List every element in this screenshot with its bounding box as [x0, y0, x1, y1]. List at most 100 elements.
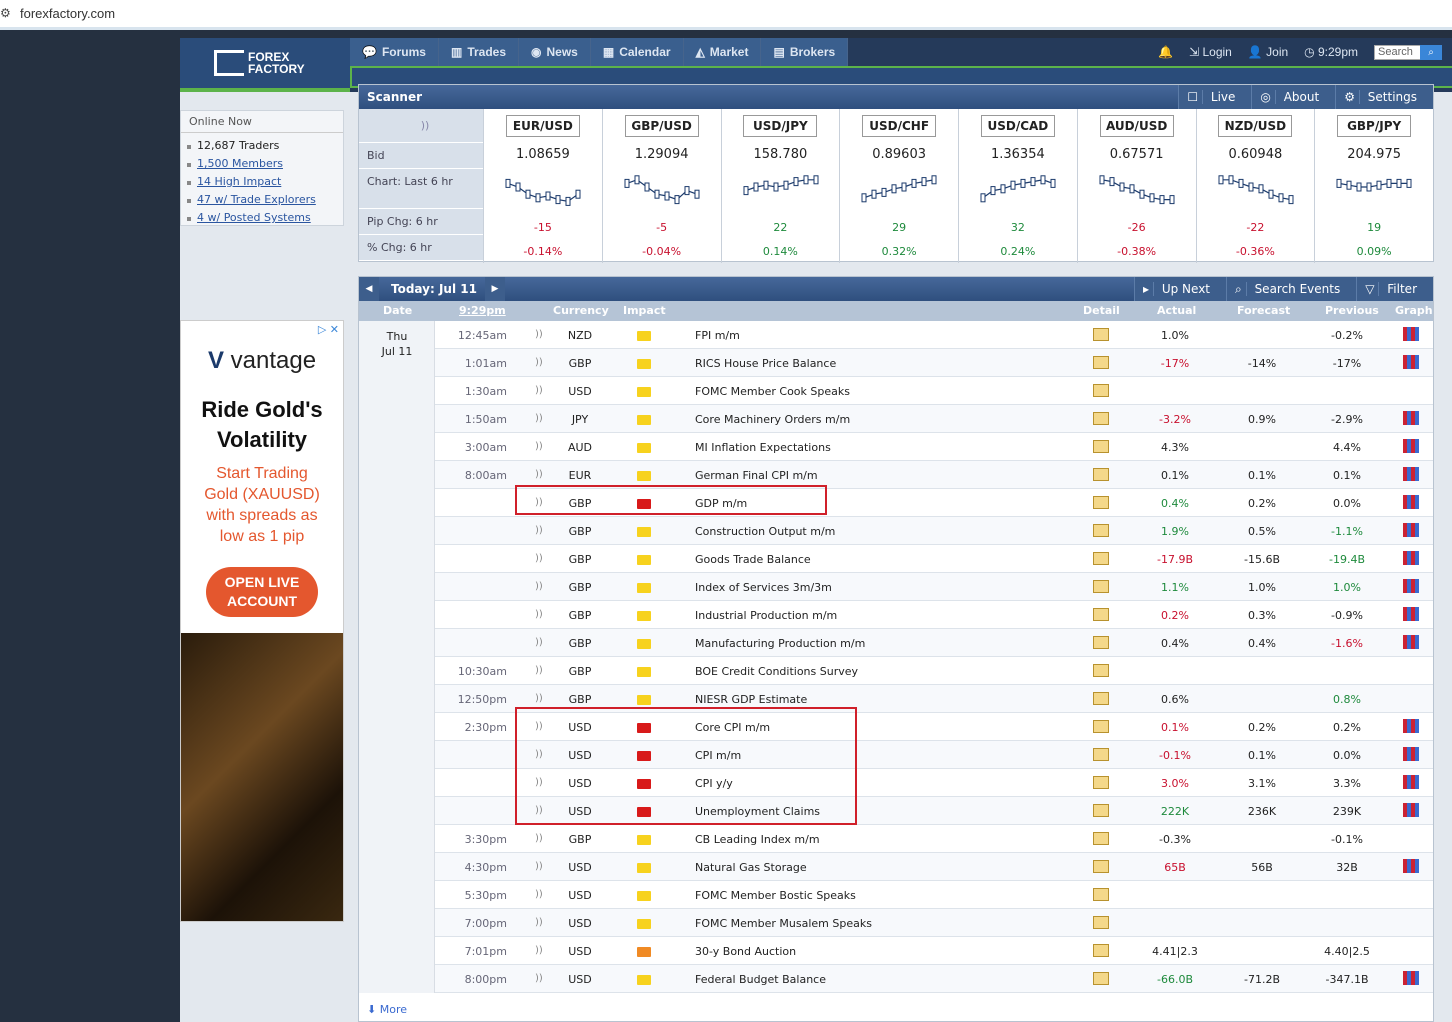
- graph-icon[interactable]: [1403, 411, 1419, 425]
- calendar-row[interactable]: 8:00pm)) USD Federal Budget Balance -66.0B -…: [435, 965, 1433, 993]
- pair-name[interactable]: NZD/USD: [1218, 115, 1293, 137]
- sound-icon[interactable]: )): [535, 833, 543, 844]
- impact-icon[interactable]: [637, 891, 651, 901]
- detail-folder-icon[interactable]: [1093, 888, 1109, 901]
- graph-icon[interactable]: [1403, 327, 1419, 341]
- detail-folder-icon[interactable]: [1093, 552, 1109, 565]
- detail-folder-icon[interactable]: [1093, 328, 1109, 341]
- pair-name[interactable]: GBP/USD: [624, 115, 699, 137]
- event-title[interactable]: RICS House Price Balance: [695, 357, 836, 370]
- sound-icon[interactable]: )): [535, 889, 543, 900]
- impact-icon[interactable]: [637, 975, 651, 985]
- detail-folder-icon[interactable]: [1093, 720, 1109, 733]
- detail-folder-icon[interactable]: [1093, 356, 1109, 369]
- calendar-row[interactable]: 7:01pm)) USD 30-y Bond Auction 4.41|2.3 4.40…: [435, 937, 1433, 965]
- event-title[interactable]: BOE Credit Conditions Survey: [695, 665, 858, 678]
- online-item[interactable]: 4 w/ Posted Systems: [187, 209, 337, 227]
- detail-folder-icon[interactable]: [1093, 412, 1109, 425]
- detail-folder-icon[interactable]: [1093, 972, 1109, 985]
- graph-icon[interactable]: [1403, 635, 1419, 649]
- impact-icon[interactable]: [637, 695, 651, 705]
- sound-icon[interactable]: )): [535, 329, 543, 340]
- detail-folder-icon[interactable]: [1093, 580, 1109, 593]
- sound-icon[interactable]: )): [535, 945, 543, 956]
- live-toggle[interactable]: ☐ Live: [1178, 85, 1252, 109]
- up-next-button[interactable]: ▸ Up Next: [1134, 277, 1227, 301]
- impact-icon[interactable]: [637, 611, 651, 621]
- impact-icon[interactable]: [637, 331, 651, 341]
- online-item[interactable]: 14 High Impact: [187, 173, 337, 191]
- event-title[interactable]: FOMC Member Cook Speaks: [695, 385, 850, 398]
- graph-icon[interactable]: [1403, 607, 1419, 621]
- event-title[interactable]: FOMC Member Bostic Speaks: [695, 889, 856, 902]
- scanner-pair[interactable]: USD/CHF 0.89603 29 0.32%: [839, 109, 958, 263]
- impact-icon[interactable]: [637, 359, 651, 369]
- sound-icon[interactable]: )): [535, 665, 543, 676]
- open-live-account-button[interactable]: OPEN LIVE ACCOUNT: [206, 567, 318, 617]
- detail-folder-icon[interactable]: [1093, 524, 1109, 537]
- impact-icon[interactable]: [637, 583, 651, 593]
- scanner-pair[interactable]: USD/CAD 1.36354 32 0.24%: [958, 109, 1077, 263]
- event-title[interactable]: German Final CPI m/m: [695, 469, 818, 482]
- graph-icon[interactable]: [1403, 495, 1419, 509]
- sound-icon[interactable]: )): [535, 637, 543, 648]
- impact-icon[interactable]: [637, 471, 651, 481]
- calendar-row[interactable]: )) GBP Industrial Production m/m 0.2% 0.3% -0…: [435, 601, 1433, 629]
- event-title[interactable]: Goods Trade Balance: [695, 553, 811, 566]
- detail-folder-icon[interactable]: [1093, 636, 1109, 649]
- detail-folder-icon[interactable]: [1093, 916, 1109, 929]
- nav-brokers[interactable]: ▤ Brokers: [761, 38, 849, 66]
- nav-calendar[interactable]: ▦ Calendar: [590, 38, 684, 66]
- sound-icon[interactable]: )): [535, 413, 543, 424]
- sound-icon[interactable]: )): [535, 609, 543, 620]
- graph-icon[interactable]: [1403, 747, 1419, 761]
- graph-icon[interactable]: [1403, 719, 1419, 733]
- impact-icon[interactable]: [637, 415, 651, 425]
- impact-icon[interactable]: [637, 947, 651, 957]
- filter-button[interactable]: ▽ Filter: [1356, 277, 1433, 301]
- graph-icon[interactable]: [1403, 859, 1419, 873]
- detail-folder-icon[interactable]: [1093, 692, 1109, 705]
- impact-icon[interactable]: [637, 555, 651, 565]
- event-title[interactable]: FOMC Member Musalem Speaks: [695, 917, 872, 930]
- sound-icon[interactable]: )): [535, 973, 543, 984]
- calendar-row[interactable]: 12:45am)) NZD FPI m/m 1.0% -0.2%: [435, 321, 1433, 349]
- pair-name[interactable]: GBP/JPY: [1337, 115, 1412, 137]
- prev-day-icon[interactable]: ◀: [359, 277, 379, 301]
- calendar-row[interactable]: )) GBP Construction Output m/m 1.9% 0.5% -1.1…: [435, 517, 1433, 545]
- calendar-row[interactable]: 3:00am)) AUD MI Inflation Expectations 4.3%…: [435, 433, 1433, 461]
- clock-display[interactable]: ◷ 9:29pm: [1304, 45, 1358, 59]
- detail-folder-icon[interactable]: [1093, 944, 1109, 957]
- sound-icon[interactable]: )): [535, 385, 543, 396]
- impact-icon[interactable]: [637, 863, 651, 873]
- event-title[interactable]: Core Machinery Orders m/m: [695, 413, 850, 426]
- sound-icon[interactable]: )): [535, 917, 543, 928]
- settings-button[interactable]: ⚙ Settings: [1335, 85, 1433, 109]
- nav-market[interactable]: ◭ Market: [683, 38, 762, 66]
- pair-name[interactable]: AUD/USD: [1099, 115, 1174, 137]
- calendar-row[interactable]: 4:30pm)) USD Natural Gas Storage 65B 56B 32B: [435, 853, 1433, 881]
- more-link[interactable]: ⬇ More: [367, 1003, 407, 1016]
- event-title[interactable]: Index of Services 3m/3m: [695, 581, 832, 594]
- calendar-row[interactable]: 3:30pm)) GBP CB Leading Index m/m -0.3% -0.1…: [435, 825, 1433, 853]
- today-label[interactable]: Today: Jul 11: [383, 277, 485, 301]
- online-item[interactable]: 1,500 Members: [187, 155, 337, 173]
- scanner-pair[interactable]: GBP/JPY 204.975 19 0.09%: [1314, 109, 1433, 263]
- calendar-row[interactable]: 1:50am)) JPY Core Machinery Orders m/m -3.2…: [435, 405, 1433, 433]
- bell-icon[interactable]: 🔔: [1158, 45, 1173, 59]
- sound-icon[interactable]: )): [535, 553, 543, 564]
- graph-icon[interactable]: [1403, 579, 1419, 593]
- pair-name[interactable]: USD/JPY: [743, 115, 818, 137]
- event-title[interactable]: Natural Gas Storage: [695, 861, 807, 874]
- sound-icon[interactable]: )): [535, 357, 543, 368]
- about-button[interactable]: ◎ About: [1251, 85, 1336, 109]
- scanner-pair[interactable]: EUR/USD 1.08659 -15 -0.14%: [483, 109, 602, 263]
- event-title[interactable]: Federal Budget Balance: [695, 973, 826, 986]
- impact-icon[interactable]: [637, 919, 651, 929]
- sound-icon[interactable]: )): [535, 525, 543, 536]
- event-title[interactable]: Manufacturing Production m/m: [695, 637, 865, 650]
- graph-icon[interactable]: [1403, 775, 1419, 789]
- nav-forums[interactable]: 💬 Forums: [350, 38, 439, 66]
- pair-name[interactable]: USD/CHF: [862, 115, 937, 137]
- scanner-pair[interactable]: USD/JPY 158.780 22 0.14%: [720, 109, 840, 263]
